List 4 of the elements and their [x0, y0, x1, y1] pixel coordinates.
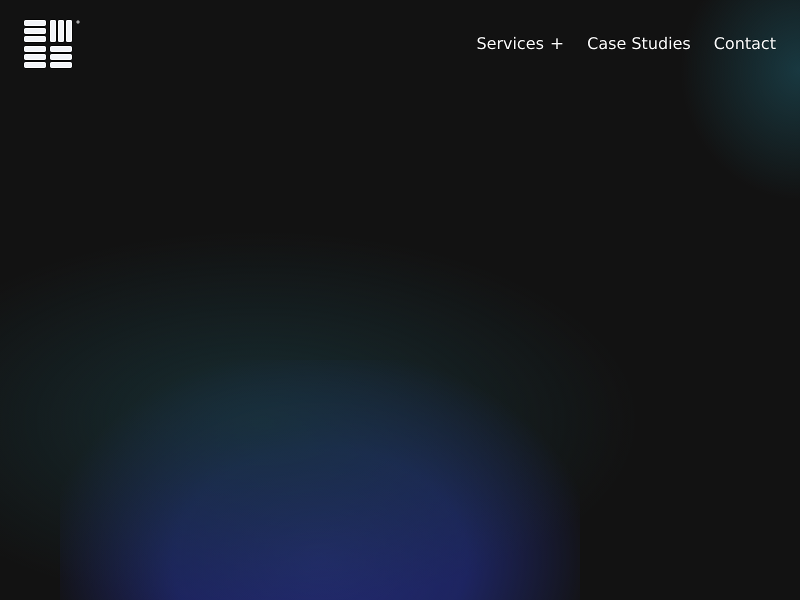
nav-link[interactable]: Contact — [714, 34, 776, 54]
logo-icon[interactable] — [24, 20, 81, 71]
nav-link[interactable]: Services + — [476, 34, 564, 54]
nav-link[interactable]: Case Studies — [587, 34, 691, 54]
